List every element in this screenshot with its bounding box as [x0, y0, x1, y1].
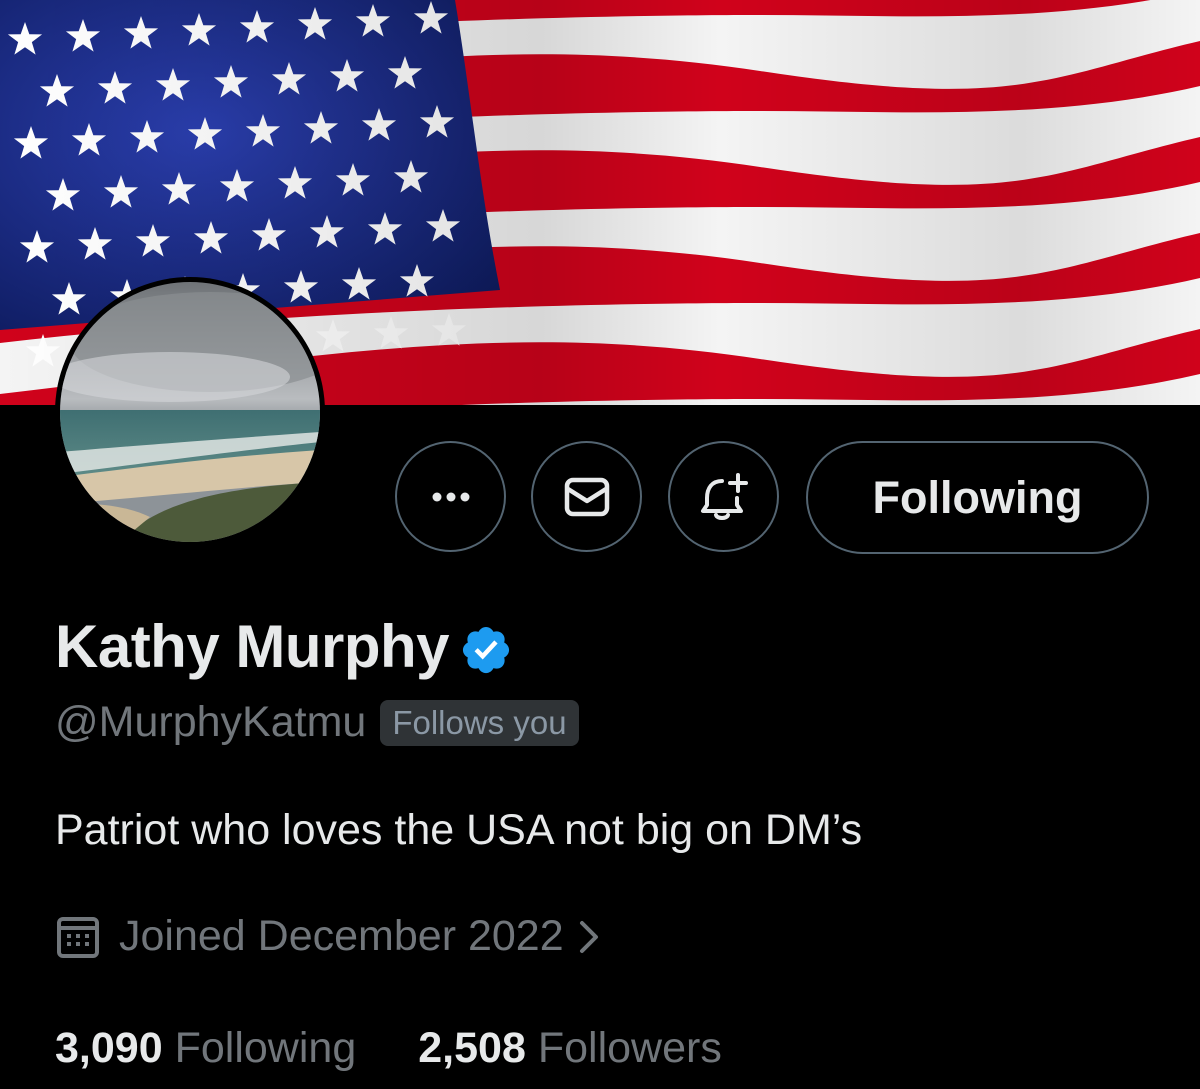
- joined-date-row[interactable]: Joined December 2022: [55, 912, 602, 961]
- following-count: 3,090: [55, 1024, 163, 1072]
- following-label: Following: [174, 1024, 357, 1072]
- notifications-button[interactable]: [668, 441, 779, 552]
- followers-stat[interactable]: 2,508 Followers: [418, 1024, 722, 1073]
- profile-bio: Patriot who loves the USA not big on DM’…: [55, 806, 863, 854]
- followers-count: 2,508: [418, 1024, 526, 1072]
- username-handle: @MurphyKatmu: [55, 698, 367, 746]
- verified-badge-icon[interactable]: [459, 623, 513, 677]
- joined-date: Joined December 2022: [119, 912, 564, 960]
- profile-name-row: Kathy Murphy: [55, 612, 513, 681]
- chevron-right-icon: [579, 920, 598, 953]
- following-button[interactable]: Following: [806, 441, 1149, 554]
- display-name: Kathy Murphy: [55, 613, 450, 680]
- message-button[interactable]: [531, 441, 642, 552]
- follows-you-badge: Follows you: [380, 699, 579, 746]
- profile-handle-row: @MurphyKatmu Follows you: [55, 698, 579, 747]
- more-options-button[interactable]: [395, 441, 506, 552]
- followers-label: Followers: [537, 1024, 722, 1072]
- following-stat[interactable]: 3,090 Following: [55, 1024, 356, 1073]
- profile-actions: Following: [0, 441, 1200, 554]
- envelope-icon: [564, 477, 609, 516]
- calendar-icon: [57, 916, 99, 958]
- more-horizontal-icon: [432, 492, 469, 501]
- bell-plus-icon: [700, 472, 748, 520]
- follow-stats: 3,090 Following 2,508 Followers: [55, 1024, 722, 1073]
